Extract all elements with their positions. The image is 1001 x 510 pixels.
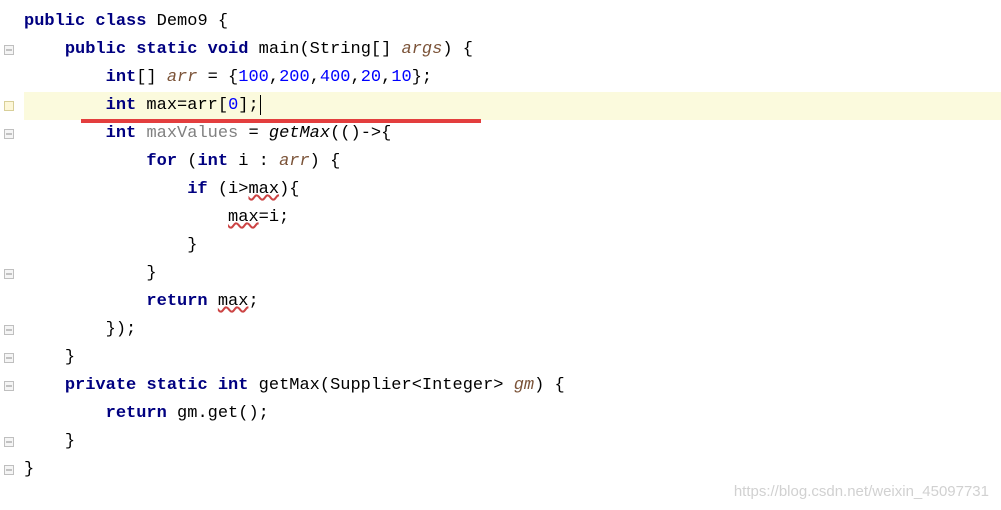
code-line: });	[24, 316, 1001, 344]
code-area[interactable]: public class Demo9 { public static void …	[24, 8, 1001, 484]
fold-end-icon	[0, 344, 18, 372]
code-line: }	[24, 232, 1001, 260]
error-var-max: max	[248, 180, 279, 199]
code-line: }	[24, 344, 1001, 372]
keyword-public: public	[24, 12, 85, 31]
code-line: }	[24, 456, 1001, 484]
code-line: for (int i : arr) {	[24, 148, 1001, 176]
fold-icon	[0, 372, 18, 400]
method-main: main	[259, 40, 300, 59]
code-editor: public class Demo9 { public static void …	[0, 0, 1001, 484]
fold-icon	[0, 120, 18, 148]
code-line: max=i;	[24, 204, 1001, 232]
error-underline	[81, 119, 481, 123]
fold-icon	[0, 36, 18, 64]
code-line: return max;	[24, 288, 1001, 316]
code-line: }	[24, 260, 1001, 288]
fold-end-icon	[0, 456, 18, 484]
code-line: if (i>max){	[24, 176, 1001, 204]
class-name: Demo9	[157, 12, 208, 31]
code-line: public static void main(String[] args) {	[24, 36, 1001, 64]
fold-end-icon	[0, 428, 18, 456]
caret-icon	[260, 95, 261, 115]
error-var-max: max	[228, 208, 259, 227]
fold-end-icon	[0, 260, 18, 288]
fold-end-icon	[0, 316, 18, 344]
keyword-class: class	[95, 12, 146, 31]
code-line: public class Demo9 {	[24, 8, 1001, 36]
code-line: }	[24, 428, 1001, 456]
watermark: https://blog.csdn.net/weixin_45097731	[734, 483, 989, 500]
error-var-max: max	[218, 292, 249, 311]
code-line: int[] arr = {100,200,400,20,10};	[24, 64, 1001, 92]
code-line-active: int max=arr[0];	[24, 92, 1001, 120]
code-line: int maxValues = getMax(()->{	[24, 120, 1001, 148]
gutter	[0, 8, 18, 484]
breakpoint-gutter-icon	[0, 92, 18, 120]
code-line: private static int getMax(Supplier<Integ…	[24, 372, 1001, 400]
code-line: return gm.get();	[24, 400, 1001, 428]
